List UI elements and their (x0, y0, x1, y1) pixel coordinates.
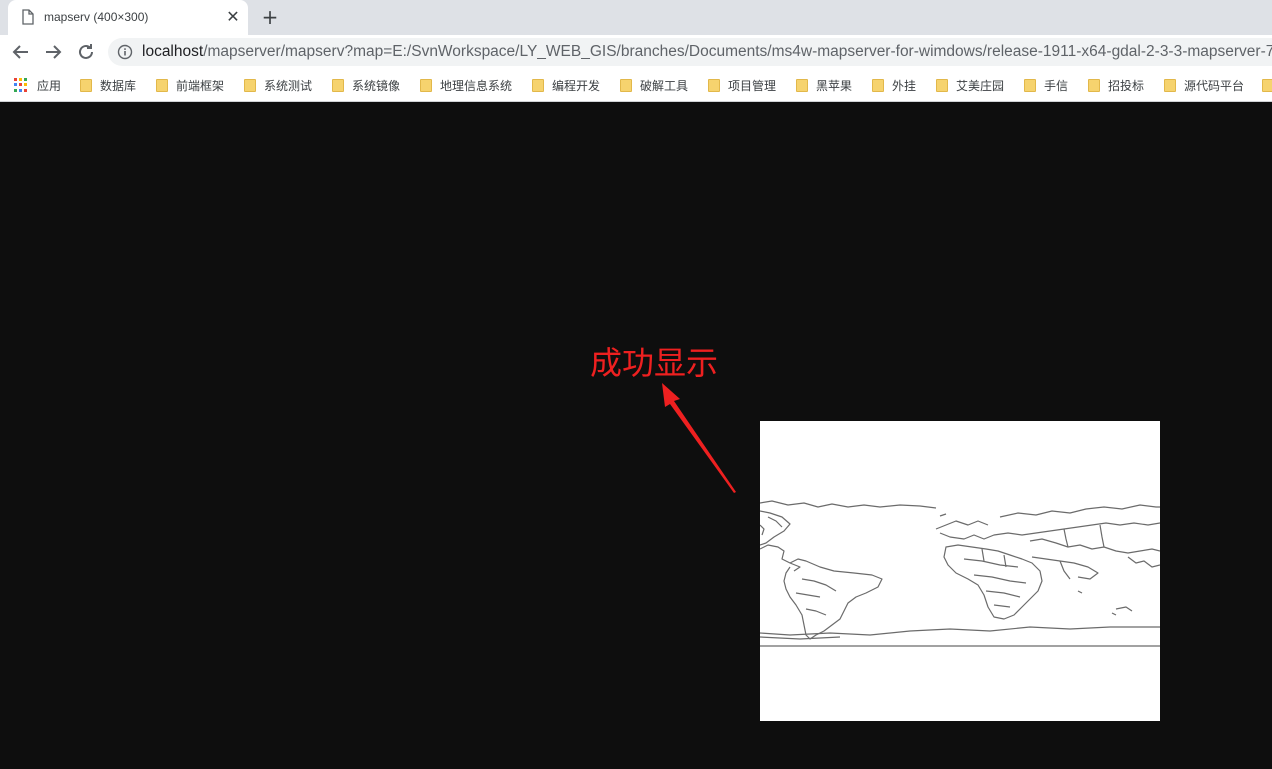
bookmark-folder[interactable]: 系统镜像 (332, 76, 400, 94)
url-path: /mapserver/mapserv?map=E:/SvnWorkspace/L… (203, 43, 1272, 60)
close-icon[interactable]: ✕ (224, 8, 242, 26)
bookmark-label: 外挂 (892, 78, 917, 93)
bookmark-folder[interactable]: 项目管理 (708, 76, 776, 94)
tab-title: mapserv (400×300) (44, 10, 149, 24)
bookmark-folder[interactable]: 源代码平台 (1164, 76, 1244, 94)
bookmark-label: 艾美庄园 (956, 78, 1005, 93)
folder-icon (708, 78, 720, 92)
bookmark-folder[interactable]: 招投标 (1088, 76, 1144, 94)
bookmark-folder[interactable]: 数据库 (80, 76, 136, 94)
bookmark-folder[interactable]: 编程开发 (532, 76, 600, 94)
folder-icon (532, 78, 544, 92)
bookmark-label: 手信 (1044, 78, 1069, 93)
bookmark-folder[interactable]: 黑苹果 (796, 76, 852, 94)
bookmark-folder[interactable]: 艾美庄园 (936, 76, 1004, 94)
bookmark-label: 破解工具 (640, 78, 689, 93)
bookmark-label: 黑苹果 (816, 78, 853, 93)
folder-icon (156, 78, 168, 92)
apps-grid-icon (14, 77, 29, 93)
bookmark-label: 编程开发 (552, 78, 601, 93)
bookmark-folder[interactable] (1262, 76, 1272, 94)
tab-mapserv[interactable]: mapserv (400×300) ✕ (8, 0, 248, 35)
forward-arrow-icon[interactable] (41, 40, 65, 64)
world-map (759, 500, 1161, 647)
url-text[interactable]: localhost/mapserver/mapserv?map=E:/SvnWo… (142, 43, 1272, 61)
folder-icon (332, 78, 344, 92)
url-host: localhost (142, 43, 204, 60)
bookmark-label: 地理信息系统 (440, 78, 513, 93)
bookmark-folder[interactable]: 手信 (1024, 76, 1068, 94)
folder-icon (1088, 78, 1100, 92)
folder-icon (420, 78, 432, 92)
folder-icon (244, 78, 256, 92)
bookmark-folder[interactable]: 系统测试 (244, 76, 312, 94)
bookmark-label: 招投标 (1108, 78, 1145, 93)
bookmark-folder[interactable]: 破解工具 (620, 76, 688, 94)
folder-icon (1164, 78, 1176, 92)
plus-icon[interactable]: + (258, 6, 282, 30)
bookmark-label: 系统测试 (264, 78, 313, 93)
address-bar[interactable]: localhost/mapserver/mapserv?map=E:/SvnWo… (108, 38, 1272, 66)
bookmark-label: 前端框架 (176, 78, 225, 93)
folder-icon (796, 78, 808, 92)
bookmark-label: 源代码平台 (1184, 78, 1245, 93)
folder-icon (1262, 78, 1272, 92)
file-icon (22, 9, 34, 25)
bookmark-folder[interactable]: 外挂 (872, 76, 916, 94)
folder-icon (80, 78, 92, 92)
annotation-arrow (662, 383, 736, 493)
bookmark-label: 项目管理 (728, 78, 777, 93)
folder-icon (1024, 78, 1036, 92)
bookmark-label: 数据库 (100, 78, 137, 93)
bookmark-folder[interactable]: 前端框架 (156, 76, 224, 94)
map-image (759, 421, 1161, 721)
bookmark-label: 系统镜像 (352, 78, 401, 93)
folder-icon (620, 78, 632, 92)
annotation-text: 成功显示 (590, 344, 719, 382)
browser-toolbar: localhost/mapserver/mapserv?map=E:/SvnWo… (0, 35, 1272, 69)
back-arrow-icon[interactable] (9, 40, 33, 64)
folder-icon (872, 78, 884, 92)
apps-label: 应用 (37, 78, 62, 93)
bookmarks-bar: 应用 数据库 前端框架 系统测试 系统镜像 地理信息系统 编程开发 破解工具 项… (0, 69, 1272, 102)
apps-shortcut[interactable]: 应用 (14, 76, 61, 94)
bookmark-folder[interactable]: 地理信息系统 (420, 76, 512, 94)
tab-strip: mapserv (400×300) ✕ + (0, 0, 1272, 35)
reload-icon[interactable] (74, 40, 98, 64)
folder-icon (936, 78, 948, 92)
info-icon[interactable] (117, 44, 133, 60)
